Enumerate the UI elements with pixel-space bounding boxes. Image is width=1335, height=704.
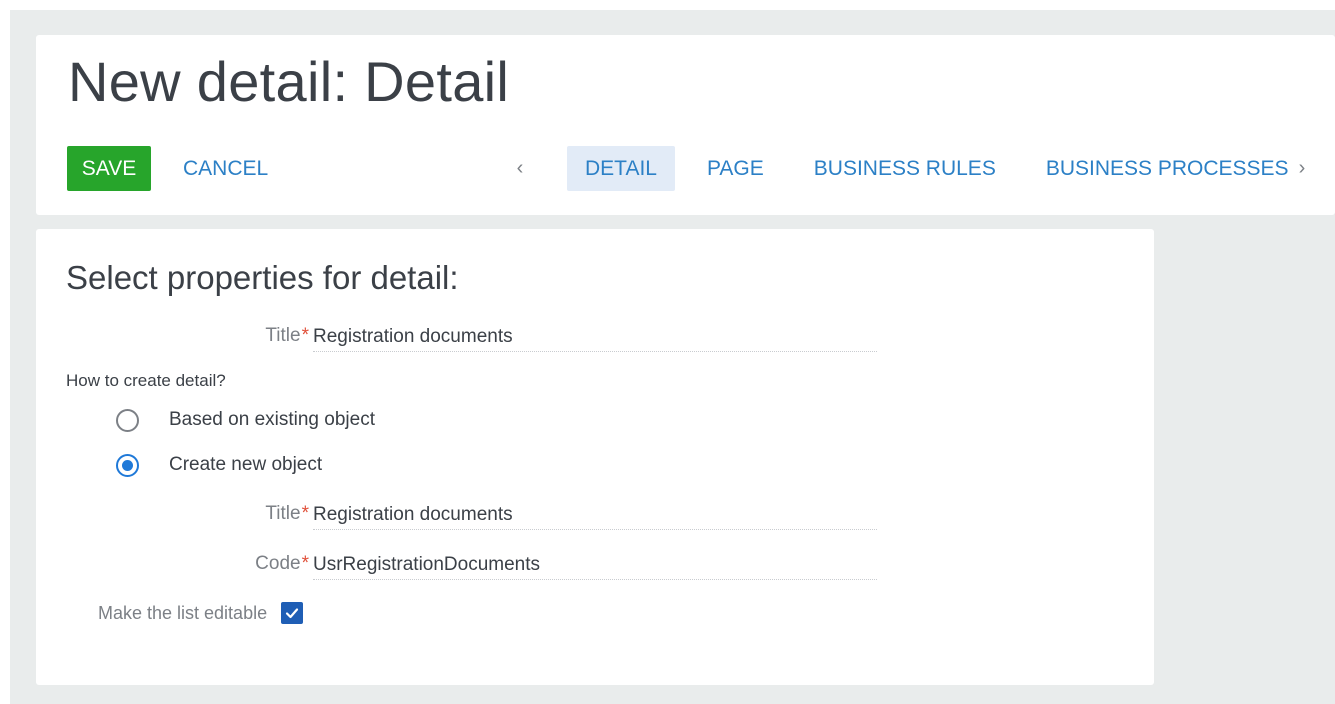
radio-create-new-object[interactable]: Create new object — [116, 452, 322, 478]
object-title-label: Title * — [265, 503, 309, 524]
tab-bar: DETAIL PAGE BUSINESS RULES BUSINESS PROC… — [567, 146, 1307, 191]
cancel-button[interactable]: CANCEL — [183, 146, 268, 191]
detail-title-input[interactable]: Registration documents — [313, 322, 877, 352]
checkmark-icon — [285, 608, 299, 619]
object-code-input[interactable]: UsrRegistrationDocuments — [313, 550, 877, 580]
radio-label: Based on existing object — [169, 409, 375, 430]
required-mark: * — [301, 325, 309, 346]
chevron-right-icon[interactable]: › — [1290, 146, 1314, 191]
radio-based-on-existing-object[interactable]: Based on existing object — [116, 407, 375, 433]
radio-button-unchecked[interactable] — [116, 408, 139, 432]
editable-list-checkbox[interactable] — [281, 602, 304, 624]
create-method-question: How to create detail? — [66, 371, 226, 390]
detail-properties-panel: Select properties for detail: Title * Reg… — [36, 229, 1154, 685]
chevron-left-icon[interactable]: ‹ — [508, 146, 532, 191]
object-title-input[interactable]: Registration documents — [313, 500, 877, 530]
radio-label: Create new object — [169, 454, 323, 475]
radio-button-checked[interactable] — [116, 453, 139, 477]
page-header: New detail: Detail SAVE CANCEL ‹ DETAIL … — [36, 35, 1335, 215]
tab-page[interactable]: PAGE — [689, 146, 782, 191]
editable-list-label: Make the list editable — [98, 602, 268, 623]
save-button[interactable]: SAVE — [67, 146, 151, 191]
editable-list-row: Make the list editable — [98, 600, 304, 626]
tab-business-processes[interactable]: BUSINESS PROCESSES — [1028, 146, 1307, 191]
tab-business-rules[interactable]: BUSINESS RULES — [796, 146, 1014, 191]
required-mark: * — [301, 503, 309, 524]
section-title: Select properties for detail: — [66, 259, 459, 296]
object-code-label: Code * — [255, 553, 309, 574]
page-title: New detail: Detail — [68, 50, 510, 113]
tab-detail[interactable]: DETAIL — [567, 146, 675, 191]
required-mark: * — [301, 553, 309, 574]
detail-title-label: Title * — [265, 325, 309, 346]
